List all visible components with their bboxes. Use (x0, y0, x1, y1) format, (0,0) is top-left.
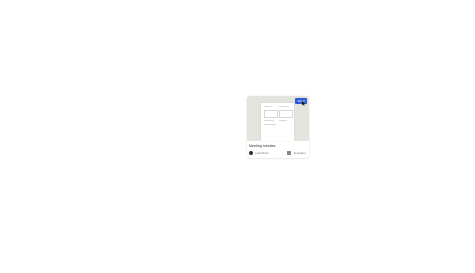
preview-line (264, 106, 272, 107)
preview-line (279, 106, 289, 107)
template-card[interactable]: Word Meeting minutes Lashnibriel Templat… (247, 96, 309, 158)
preview-box (264, 110, 278, 118)
preview-line (279, 120, 287, 121)
preview-line (264, 120, 274, 121)
preview-box (279, 110, 293, 118)
preview-line (264, 124, 276, 125)
category-info[interactable]: Templates (287, 151, 306, 155)
avatar (249, 151, 253, 155)
author-info: Lashnibriel (249, 151, 269, 155)
mouse-pointer-icon (302, 101, 306, 106)
template-thumbnail[interactable]: Word (247, 96, 309, 141)
document-preview (261, 103, 294, 141)
template-title[interactable]: Meeting minutes (249, 144, 275, 148)
category-label: Templates (293, 151, 306, 155)
template-icon (287, 151, 292, 155)
author-name: Lashnibriel (255, 151, 269, 155)
